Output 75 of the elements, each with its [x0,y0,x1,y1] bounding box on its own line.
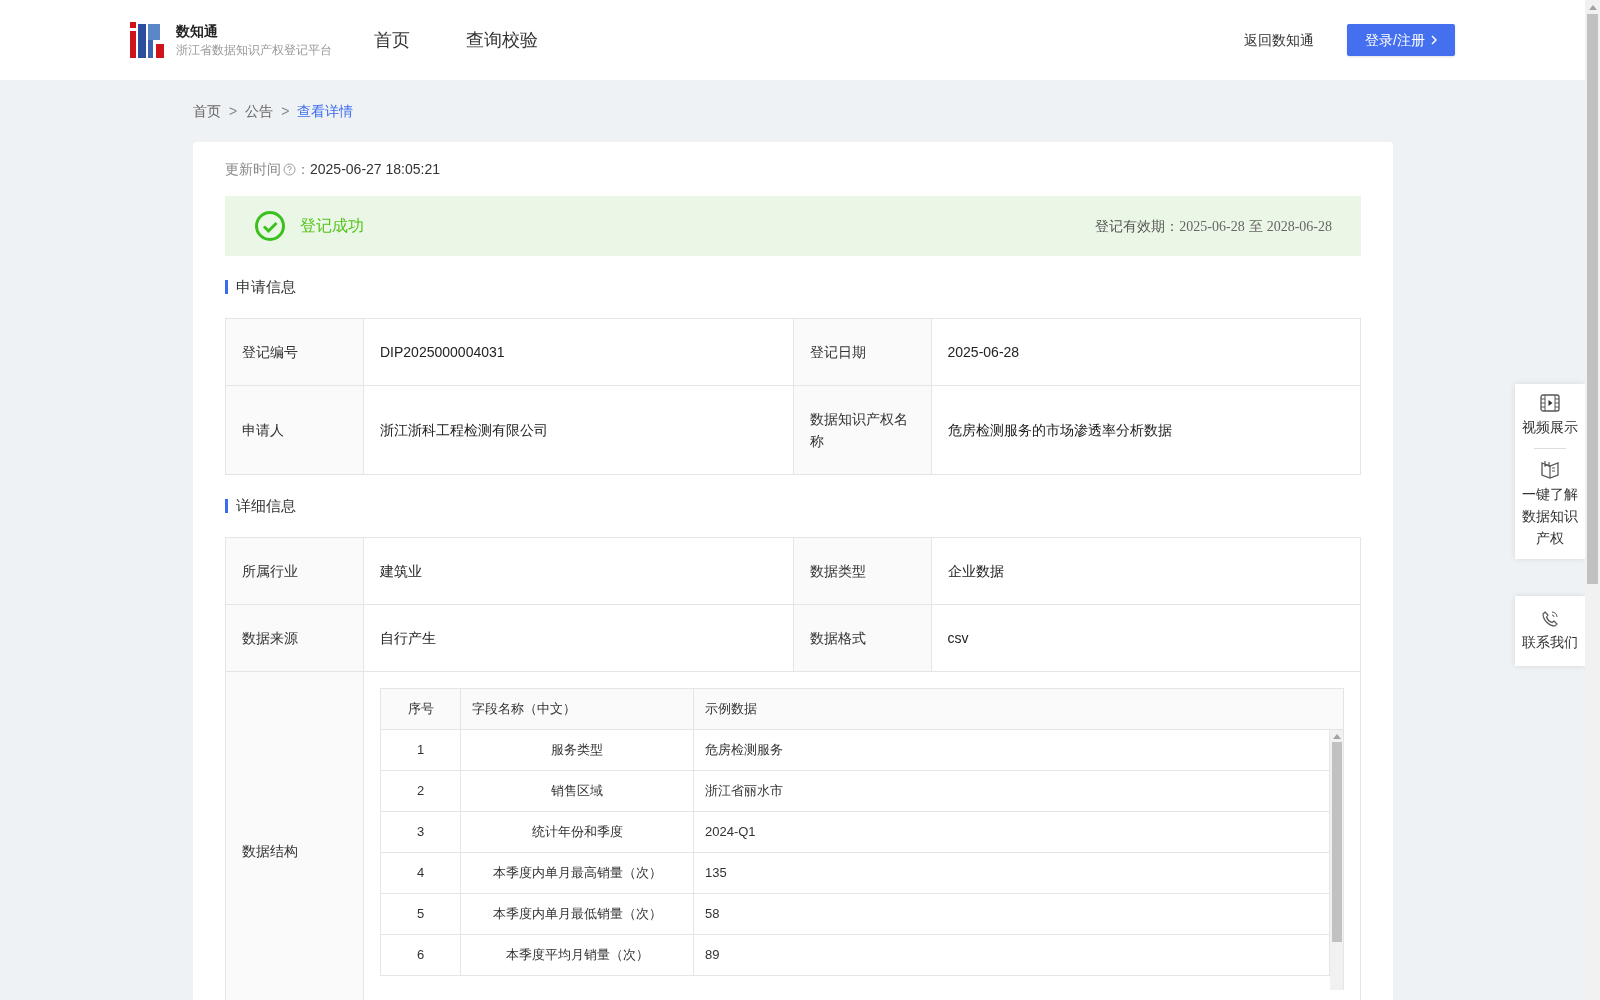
scrollbar-thumb[interactable] [1331,742,1342,942]
section-title: 申请信息 [236,276,296,297]
validity-separator: 至 [1248,216,1263,236]
chevron-right-icon [1430,35,1437,45]
side-panel-link[interactable]: 一键了解数据知识产权 [1515,459,1585,549]
breadcrumb-link[interactable]: 首页 [193,100,221,122]
label-cell: 登记日期 [793,319,932,386]
colon-text: ： [296,159,310,179]
side-panel-link[interactable]: 视频展示 [1515,394,1585,438]
help-icon [283,162,296,176]
label-cell: 数据格式 [793,605,932,672]
table-cell: 本季度内单月最低销量（次） [461,894,694,935]
contact-button[interactable]: 联系我们 [1515,596,1585,666]
scrollbar[interactable] [1330,730,1344,990]
section-marker [225,280,228,294]
validity-label: 登记有效期： [1095,216,1180,236]
table-cell: 2024-Q1 [694,812,1330,853]
video-icon [1540,394,1560,412]
column-header: 序号 [381,689,461,730]
back-link[interactable]: 返回数知通 [1244,29,1314,51]
table-cell: csv [931,605,1361,672]
scrollbar[interactable] [1585,0,1600,1000]
logo-title: 数知通 [176,22,219,41]
label-cell: 所属行业 [226,538,364,605]
breadcrumb-separator: > [229,101,238,121]
section-marker [225,499,228,513]
nav-link[interactable]: 首页 [374,26,410,54]
column-header: 示例数据 [694,689,1344,730]
book-icon [1540,459,1560,479]
update-time: 2025-06-27 18:05:21 [310,159,440,179]
table-cell: 浙江省丽水市 [694,771,1330,812]
table-cell: 4 [381,853,461,894]
nav-link[interactable]: 查询校验 [466,26,538,54]
table-cell: 浙江浙科工程检测有限公司 [364,386,794,475]
table-cell: 1 [381,730,461,771]
table-cell: 企业数据 [931,538,1361,605]
breadcrumb-separator: > [281,101,290,121]
validity-date: 2028-06-28 [1266,217,1332,236]
table-cell: 135 [694,853,1330,894]
update-label: 更新时间 [225,159,281,179]
table-cell: 销售区域 [461,771,694,812]
table-cell: 6 [381,935,461,976]
table-cell: 自行产生 [364,605,794,672]
column-header: 字段名称（中文） [461,689,694,730]
table-cell: 本季度内单月最高销量（次） [461,853,694,894]
status-text: 登记成功 [300,216,364,236]
table-cell: 58 [694,894,1330,935]
label-cell: 数据结构 [226,672,364,1000]
table-cell: 危房检测服务的市场渗透率分析数据 [931,386,1361,475]
login-button[interactable]: 登录/注册 [1347,24,1455,56]
label-cell: 数据知识产权名称 [793,386,932,475]
phone-icon [1541,609,1559,628]
label-cell: 数据类型 [793,538,932,605]
breadcrumb-link[interactable]: 公告 [245,100,274,122]
label-cell: 登记编号 [226,319,364,386]
section-title: 详细信息 [236,495,296,516]
label-cell: 申请人 [226,386,364,475]
table-cell: 5 [381,894,461,935]
check-circle-icon [254,210,286,242]
table-cell: 89 [694,935,1330,976]
table-cell: 建筑业 [364,538,794,605]
table-cell: 2025-06-28 [931,319,1361,386]
label-cell: 数据来源 [226,605,364,672]
table-cell: DIP2025000004031 [364,319,794,386]
table-cell: 3 [381,812,461,853]
table-cell: 服务类型 [461,730,694,771]
logo-icon [130,22,166,58]
table-cell: 统计年份和季度 [461,812,694,853]
logo-subtitle: 浙江省数据知识产权登记平台 [176,42,332,59]
scrollbar-thumb[interactable] [1587,14,1598,584]
table-cell: 危房检测服务 [694,730,1330,771]
table-cell: 本季度平均月销量（次） [461,935,694,976]
table-cell: 2 [381,771,461,812]
breadcrumb-link[interactable]: 查看详情 [297,100,354,122]
validity-date: 2025-06-28 [1179,217,1245,236]
